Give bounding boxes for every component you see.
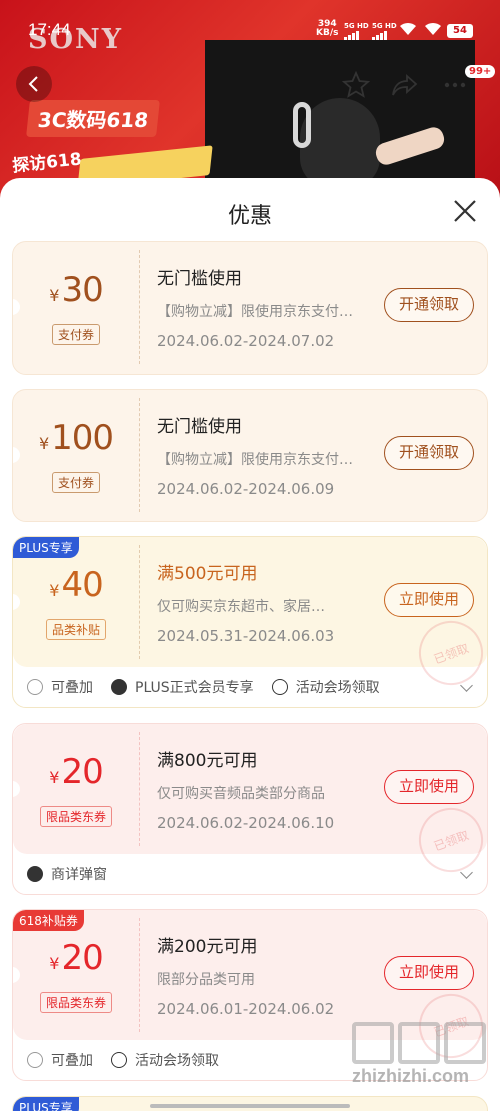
chevron-down-icon[interactable] <box>460 866 473 879</box>
status-time: 17:44 <box>28 20 71 39</box>
cart-badge: 99+ <box>465 65 496 78</box>
watermark: zhizhizhi.com <box>352 1022 492 1087</box>
use-now-button[interactable]: 立即使用 <box>384 770 474 804</box>
wifi-icon <box>400 22 416 35</box>
promo-title: 3C数码618 <box>26 100 161 137</box>
share-icon[interactable] <box>390 70 420 100</box>
coupon-dates: 2024.06.02-2024.06.09 <box>157 480 335 498</box>
coupon-description: 【购物立减】限使用京东支付… <box>157 304 353 320</box>
coupon-amount: ¥20 <box>49 752 103 792</box>
coupon-amount: ¥20 <box>49 938 103 978</box>
coupon-description: 【购物立减】限使用京东支付… <box>157 452 353 468</box>
coupon-dates: 2024.05.31-2024.06.03 <box>157 627 335 645</box>
status-bar: 17:44 394 KB/s 5G HD 5G HD 54 <box>0 0 500 50</box>
coupon-card: ¥100 支付券 无门槛使用 【购物立减】限使用京东支付… 2024.06.02… <box>12 389 488 522</box>
stackable-icon <box>27 679 43 695</box>
coupon-dates: 2024.06.02-2024.07.02 <box>157 332 335 350</box>
discount-sheet: 优惠 ¥30 支付券 无门槛使用 【购物立减】限使用京东支付… 2024.06.… <box>0 178 500 1111</box>
coupon-type-tag: 支付券 <box>51 472 100 493</box>
subsidy-tag: 618补贴券 <box>13 910 84 931</box>
battery-icon: 54 <box>447 24 473 38</box>
star-icon[interactable] <box>341 70 371 100</box>
back-button[interactable] <box>16 66 52 102</box>
close-icon[interactable] <box>452 198 478 224</box>
promo-subtitle: 探访618 <box>11 149 83 177</box>
venue-icon <box>271 679 288 695</box>
chevron-left-icon <box>28 76 38 92</box>
wifi-icon-2 <box>425 22 441 35</box>
coupon-type-tag: 限品类东券 <box>39 992 112 1013</box>
coupon-type-tag: 品类补贴 <box>45 619 106 640</box>
coupon-card: ¥30 支付券 无门槛使用 【购物立减】限使用京东支付… 2024.06.02-… <box>12 241 488 375</box>
coupon-footer[interactable]: 可叠加 PLUS正式会员专享 活动会场领取 <box>13 667 487 707</box>
coupon-dates: 2024.06.02-2024.06.10 <box>157 814 335 832</box>
coupon-condition: 满200元可用 <box>157 937 258 957</box>
chevron-down-icon[interactable] <box>460 679 473 692</box>
use-now-button[interactable]: 立即使用 <box>384 583 474 617</box>
venue-icon <box>111 1052 127 1068</box>
activate-claim-button[interactable]: 开通领取 <box>384 288 474 322</box>
coupon-dates: 2024.06.01-2024.06.02 <box>157 1000 335 1018</box>
coupon-condition: 无门槛使用 <box>157 269 242 289</box>
coupon-footer[interactable]: 商详弹窗 <box>13 854 487 894</box>
home-indicator[interactable] <box>150 1104 350 1108</box>
coupon-condition: 无门槛使用 <box>157 417 242 437</box>
coupon-description: 仅可购买音频品类部分商品 <box>157 786 325 802</box>
coupon-type-tag: 限品类东券 <box>39 806 112 827</box>
signal-icon: 5G HD <box>344 22 369 40</box>
coupon-condition: 满500元可用 <box>157 564 258 584</box>
stackable-icon <box>27 1052 43 1068</box>
popup-icon <box>27 866 43 882</box>
use-now-button[interactable]: 立即使用 <box>384 956 474 990</box>
coupon-amount: ¥40 <box>49 565 103 605</box>
coupon-condition: 满800元可用 <box>157 751 258 771</box>
signal-icon-2: 5G HD <box>372 22 397 40</box>
coupon-description: 仅可购买京东超市、家居… <box>157 599 325 615</box>
network-speed: 394 KB/s <box>316 19 339 38</box>
sheet-title: 优惠 <box>227 204 272 229</box>
crown-icon <box>111 679 127 695</box>
coupon-amount: ¥100 <box>38 418 114 458</box>
coupon-type-tag: 支付券 <box>51 324 100 345</box>
coupon-amount: ¥30 <box>49 270 103 310</box>
coupon-description: 限部分品类可用 <box>157 972 255 988</box>
coupon-card: ¥20 限品类东券 满800元可用 仅可购买音频品类部分商品 2024.06.0… <box>12 723 488 895</box>
product-photo <box>205 40 475 200</box>
plus-exclusive-tag: PLUS专享 <box>13 537 79 558</box>
activate-claim-button[interactable]: 开通领取 <box>384 436 474 470</box>
plus-exclusive-tag: PLUS专享 <box>13 1097 79 1111</box>
coupon-card: PLUS专享 ¥40 品类补贴 满500元可用 仅可购买京东超市、家居… 202… <box>12 536 488 708</box>
